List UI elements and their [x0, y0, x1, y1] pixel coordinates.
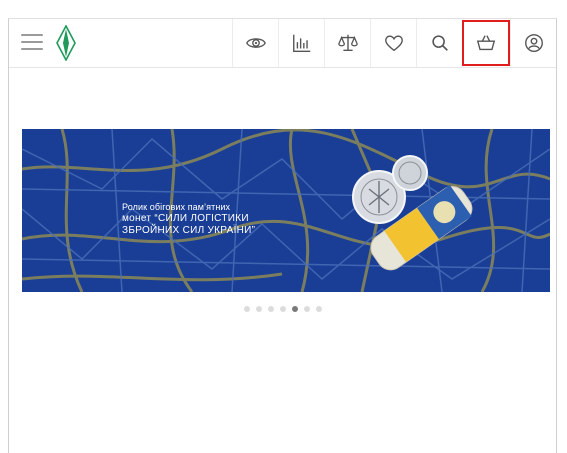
bar-chart-icon [292, 34, 310, 52]
browser-viewport: Ролик обігових пам’ятних монет “СИЛИ ЛОГ… [8, 18, 557, 453]
scales-icon [337, 34, 358, 52]
heart-icon [384, 35, 403, 52]
site-header [9, 19, 556, 68]
user-icon [524, 34, 543, 52]
carousel-dot[interactable] [315, 306, 322, 312]
banner-line-1: Ролик обігових пам’ятних [122, 202, 231, 212]
promo-banner[interactable]: Ролик обігових пам’ятних монет “СИЛИ ЛОГ… [22, 129, 550, 292]
banner-line-3: ЗБРОЙНИХ СИЛ УКРАЇНИ” [122, 225, 256, 236]
site-logo[interactable] [55, 24, 77, 62]
statistics-button[interactable] [278, 19, 324, 67]
carousel-pagination [9, 306, 556, 312]
carousel-dot[interactable] [303, 306, 310, 312]
banner-caption: Ролик обігових пам’ятних монет “СИЛИ ЛОГ… [122, 201, 255, 237]
leaf-diamond-logo [56, 24, 76, 62]
basket-icon [476, 35, 496, 51]
header-toolbar [232, 19, 556, 67]
cart-button[interactable] [462, 20, 510, 66]
search-button[interactable] [416, 19, 462, 67]
compare-button[interactable] [324, 19, 370, 67]
carousel-dot[interactable] [255, 306, 262, 312]
viewed-button[interactable] [232, 19, 278, 67]
carousel-dot[interactable] [267, 306, 274, 312]
favorites-button[interactable] [370, 19, 416, 67]
banner-line-2: монет “СИЛИ ЛОГІСТИКИ [122, 213, 249, 224]
banner-map-pattern [22, 129, 550, 292]
eye-icon [245, 38, 266, 48]
search-icon [431, 35, 448, 51]
account-button[interactable] [510, 19, 556, 67]
carousel-dot[interactable] [243, 306, 250, 312]
carousel-dot[interactable] [291, 306, 298, 312]
carousel-dot[interactable] [279, 306, 286, 312]
hamburger-menu-icon[interactable] [21, 32, 45, 52]
